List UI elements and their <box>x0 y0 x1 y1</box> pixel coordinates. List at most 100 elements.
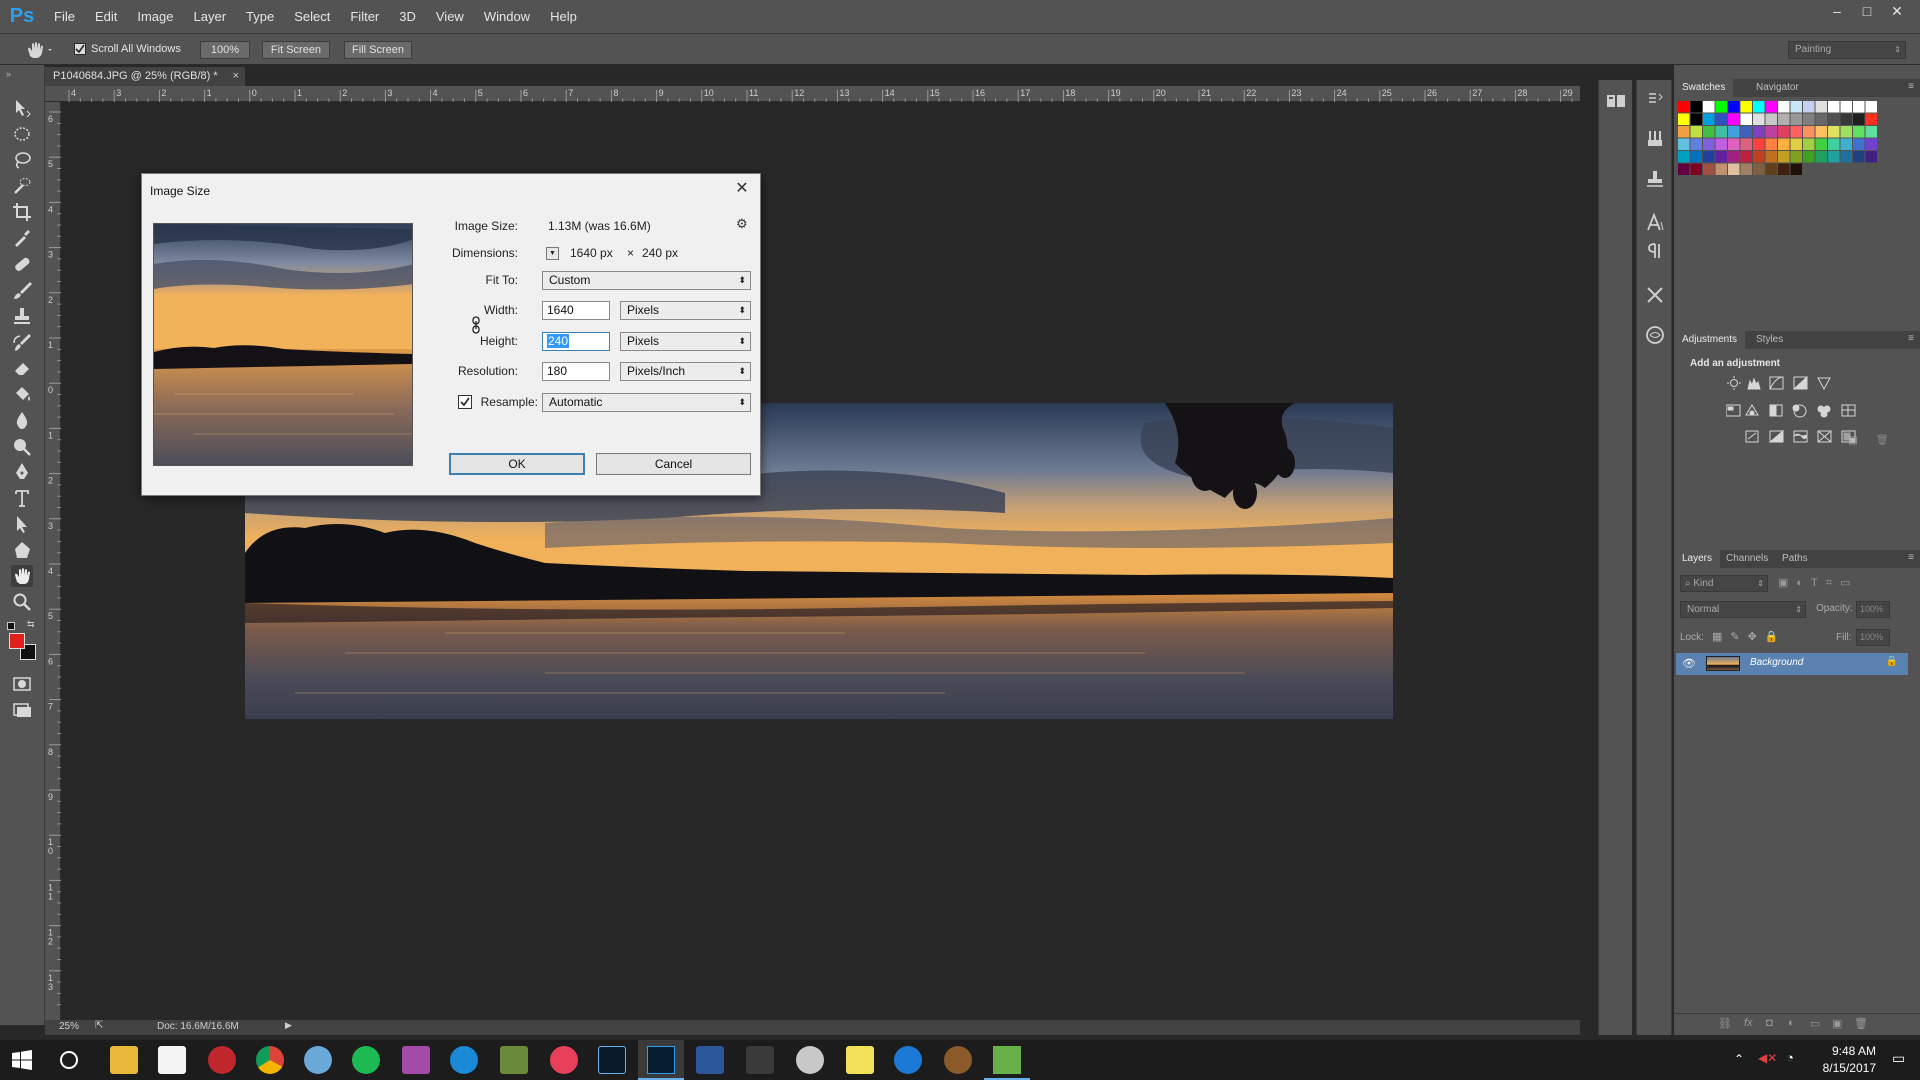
shape-tool-icon[interactable] <box>11 539 33 561</box>
menu-3d[interactable]: 3D <box>389 0 426 33</box>
clock-time[interactable]: 9:48 AM <box>1816 1044 1876 1058</box>
mask-icon[interactable]: ◘ <box>1766 1017 1773 1029</box>
color-swatch[interactable] <box>1715 101 1728 113</box>
color-swatch[interactable] <box>1740 126 1753 138</box>
delete-layer-icon[interactable]: 🗑 <box>1854 1017 1868 1030</box>
color-swatch[interactable] <box>1703 126 1715 138</box>
color-swatch[interactable] <box>1828 126 1840 138</box>
color-swatch[interactable] <box>1753 101 1765 113</box>
color-swatch[interactable] <box>1678 151 1690 163</box>
layer-filter-icons[interactable]: ▣◐T⌗▭ <box>1778 576 1858 590</box>
menu-edit[interactable]: Edit <box>85 0 127 33</box>
pen-tool-icon[interactable] <box>11 461 33 483</box>
color-swatch[interactable] <box>1740 151 1753 163</box>
settings-gear-icon[interactable]: ⚙ <box>736 216 748 232</box>
healing-brush-tool-icon[interactable] <box>11 253 33 275</box>
hand-tool-preset-icon[interactable] <box>24 40 54 60</box>
paragraph-panel-icon[interactable] <box>1644 240 1666 262</box>
color-swatch[interactable] <box>1728 138 1740 151</box>
color-swatch[interactable] <box>1803 138 1815 151</box>
color-swatch[interactable] <box>1815 126 1828 138</box>
eyedropper-tool-icon[interactable] <box>11 227 33 249</box>
new-layer-icon[interactable]: ▣ <box>1832 1017 1842 1030</box>
tab-swatches[interactable]: Swatches <box>1674 79 1734 97</box>
sticky-notes-icon[interactable] <box>846 1046 874 1074</box>
color-swatch[interactable] <box>1865 101 1878 113</box>
photoshop-taskbar-active[interactable] <box>638 1040 684 1080</box>
width-input[interactable]: 1640 <box>542 301 610 320</box>
close-window-button[interactable]: ✕ <box>1884 0 1910 22</box>
power-app-icon[interactable] <box>208 1046 236 1074</box>
trash-icon[interactable]: 🗑 <box>1876 435 1889 446</box>
fill-screen-button[interactable]: Fill Screen <box>344 41 412 59</box>
menu-view[interactable]: View <box>426 0 474 33</box>
tool-presets-icon[interactable] <box>1644 284 1666 306</box>
fx-icon[interactable]: fx <box>1744 1017 1753 1029</box>
foreground-color-swatch[interactable] <box>9 633 25 649</box>
color-swatch[interactable] <box>1678 113 1690 126</box>
menu-type[interactable]: Type <box>236 0 284 33</box>
status-zoom[interactable]: 25% <box>59 1021 79 1032</box>
color-swatch[interactable] <box>1815 151 1828 163</box>
color-swatch[interactable] <box>1728 101 1740 113</box>
color-swatch[interactable] <box>1703 138 1715 151</box>
color-swatch[interactable] <box>1815 101 1828 113</box>
color-swatch[interactable] <box>1853 138 1865 151</box>
layer-kind-filter[interactable]: ⌕ Kind ⇕ <box>1680 575 1768 592</box>
color-swatch[interactable] <box>1865 126 1878 138</box>
color-swatch[interactable] <box>1678 126 1690 138</box>
color-swatch[interactable] <box>1740 101 1753 113</box>
history-icon[interactable] <box>1644 90 1666 112</box>
wifi-icon[interactable]: ◔ <box>1786 1050 1794 1065</box>
cortana-search-icon[interactable] <box>60 1051 78 1069</box>
blend-mode-select[interactable]: Normal ⇕ <box>1680 601 1806 618</box>
windows-start-icon[interactable] <box>12 1050 32 1070</box>
color-swatch[interactable] <box>1778 151 1790 163</box>
link-layers-icon[interactable]: ⛓ <box>1718 1017 1732 1030</box>
color-swatch[interactable] <box>1840 151 1853 163</box>
color-swatch[interactable] <box>1753 138 1765 151</box>
fit-to-select[interactable]: Custom ⬍ <box>542 271 751 290</box>
color-swatch[interactable] <box>1778 126 1790 138</box>
color-swatch[interactable] <box>1753 163 1765 176</box>
color-swatch[interactable] <box>1840 101 1853 113</box>
paint-bucket-tool-icon[interactable] <box>11 383 33 405</box>
color-swatch[interactable] <box>1753 126 1765 138</box>
default-colors-icon[interactable] <box>7 622 15 630</box>
color-swatch[interactable] <box>1865 151 1878 163</box>
cancel-button[interactable]: Cancel <box>596 453 751 475</box>
image-preview[interactable] <box>153 223 413 466</box>
color-swatch[interactable] <box>1865 113 1878 126</box>
color-swatch[interactable] <box>1703 101 1715 113</box>
resolution-unit-select[interactable]: Pixels/Inch ⬍ <box>620 362 751 381</box>
color-swatch[interactable] <box>1703 113 1715 126</box>
dialog-close-button[interactable]: ✕ <box>730 178 754 200</box>
menu-image[interactable]: Image <box>127 0 183 33</box>
panel-menu-icon[interactable]: ≡ <box>1908 333 1914 344</box>
swap-colors-icon[interactable]: ⇆ <box>27 619 35 630</box>
color-swatch[interactable] <box>1790 126 1803 138</box>
share-icon[interactable]: ⇱ <box>95 1020 103 1031</box>
color-swatch[interactable] <box>1740 113 1753 126</box>
color-swatch[interactable] <box>1865 138 1878 151</box>
constrain-proportions-link-icon[interactable] <box>471 316 481 334</box>
quick-mask-icon[interactable] <box>11 673 33 695</box>
color-swatch[interactable] <box>1765 138 1778 151</box>
swatch-grid[interactable] <box>1678 101 1898 201</box>
spotify-icon[interactable] <box>352 1046 380 1074</box>
fill-input[interactable]: 100% <box>1856 629 1890 646</box>
menu-window[interactable]: Window <box>474 0 540 33</box>
eraser-tool-icon[interactable] <box>11 357 33 379</box>
tab-adjustments[interactable]: Adjustments <box>1674 331 1746 349</box>
color-swatch[interactable] <box>1703 163 1715 176</box>
color-swatch[interactable] <box>1778 113 1790 126</box>
history-brush-tool-icon[interactable] <box>11 331 33 353</box>
color-swatch[interactable] <box>1715 126 1728 138</box>
maximize-button[interactable]: □ <box>1854 0 1880 22</box>
color-swatch[interactable] <box>1678 101 1690 113</box>
brush-tool-icon[interactable] <box>11 279 33 301</box>
color-swatch[interactable] <box>1753 113 1765 126</box>
color-swatch[interactable] <box>1753 151 1765 163</box>
color-swatch[interactable] <box>1853 113 1865 126</box>
fit-screen-button[interactable]: Fit Screen <box>262 41 330 59</box>
